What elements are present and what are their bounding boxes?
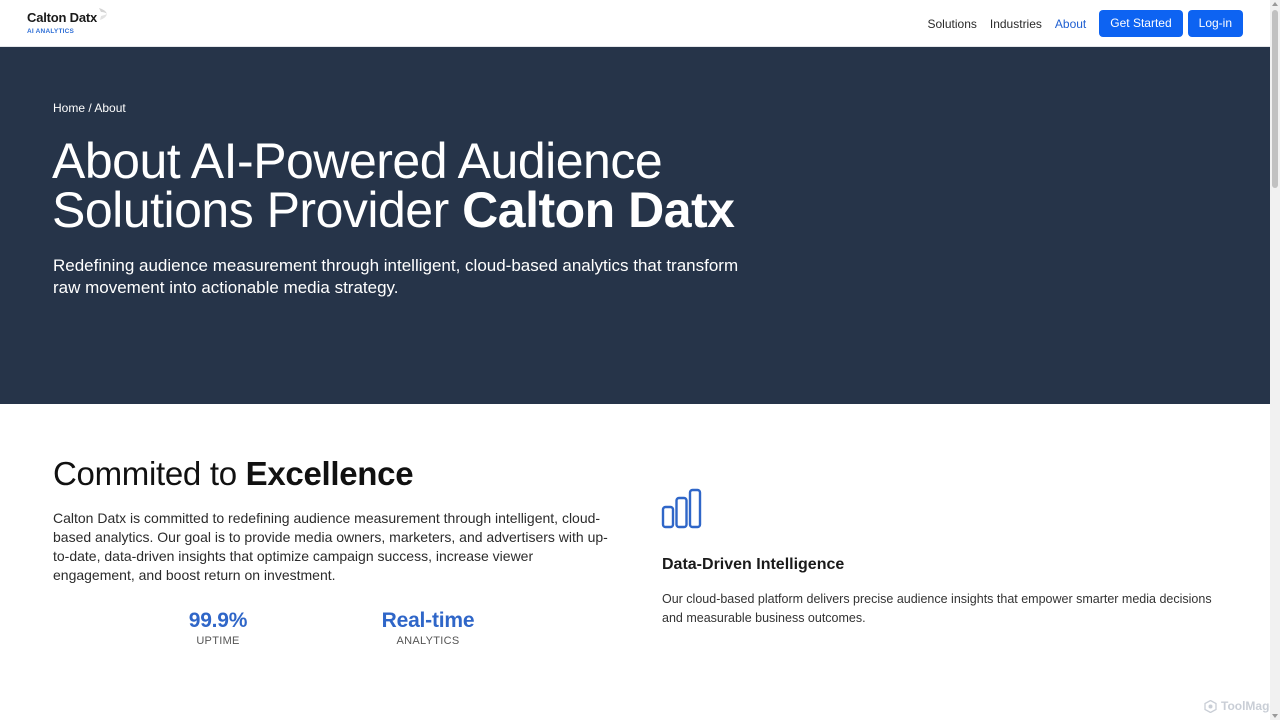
watermark-text: ToolMage <box>1221 699 1277 713</box>
hero-subtitle: Redefining audience measurement through … <box>53 256 739 297</box>
feature-text: Our cloud-based platform delivers precis… <box>662 592 1212 625</box>
nav-about[interactable]: About <box>1055 17 1086 31</box>
hero-section: Home / About About AI-Powered Audience S… <box>0 47 1270 404</box>
breadcrumb[interactable]: Home / About <box>53 101 126 115</box>
get-started-button[interactable]: Get Started <box>1099 10 1183 37</box>
stat-analytics: Real-time ANALYTICS <box>368 609 488 647</box>
section-title: Commited to Excellence <box>53 455 414 493</box>
section-text: Calton Datx is committed to redefining a… <box>53 510 608 583</box>
title-line-2: Solutions Provider <box>52 182 463 238</box>
scroll-up-arrow-icon[interactable] <box>1272 2 1278 6</box>
feature-title: Data-Driven Intelligence <box>662 556 845 573</box>
logo-swoosh-icon <box>99 8 107 20</box>
section-title-prefix: Commited to <box>53 455 246 492</box>
watermark: ToolMage <box>1204 699 1276 713</box>
site-header: Calton Datx AI ANALYTICS Solutions Indus… <box>0 0 1270 47</box>
nav-industries[interactable]: Industries <box>990 17 1042 31</box>
stat-uptime: 99.9% UPTIME <box>168 609 268 647</box>
login-button[interactable]: Log-in <box>1187 10 1243 37</box>
scrollbar[interactable] <box>1270 0 1280 720</box>
nav-solutions[interactable]: Solutions <box>928 17 977 31</box>
stat-label: UPTIME <box>196 635 240 647</box>
section-title-bold: Excellence <box>245 455 414 492</box>
logo-tagline: AI ANALYTICS <box>27 28 75 35</box>
stat-value: Real-time <box>381 609 475 632</box>
bar-chart-icon <box>661 488 702 529</box>
logo[interactable]: Calton Datx AI ANALYTICS <box>27 8 107 35</box>
title-brand: Calton Datx <box>462 182 735 238</box>
stat-label: ANALYTICS <box>396 635 460 647</box>
logo-name: Calton Datx <box>27 10 98 25</box>
page: Calton Datx AI ANALYTICS Solutions Indus… <box>0 0 1280 720</box>
scroll-down-arrow-icon[interactable] <box>1272 714 1278 718</box>
main-nav: Solutions Industries About Get Started L… <box>928 10 1243 37</box>
title-line-1: About AI-Powered Audience <box>52 133 663 189</box>
watermark-icon <box>1204 699 1217 713</box>
stat-value: 99.9% <box>188 609 248 632</box>
scrollbar-thumb[interactable] <box>1272 10 1278 188</box>
page-title: About AI-Powered Audience Solutions Prov… <box>52 136 812 238</box>
